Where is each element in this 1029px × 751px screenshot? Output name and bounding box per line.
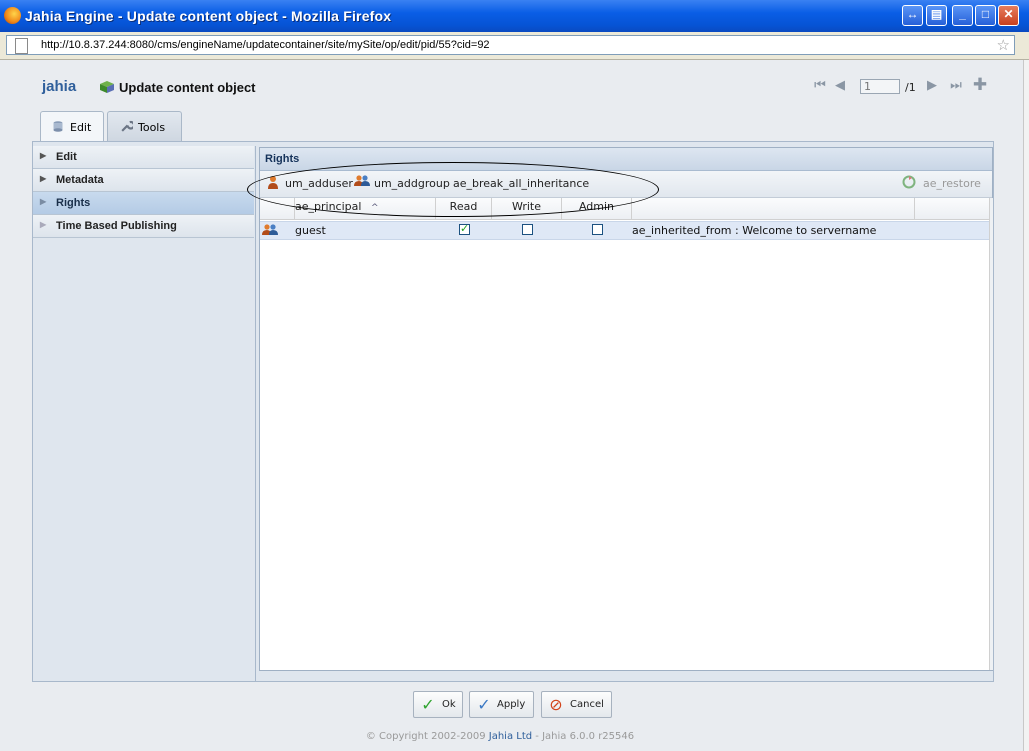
accordion-item-label: Rights (56, 197, 91, 209)
admin-checkbox[interactable] (592, 224, 603, 235)
group-icon (354, 175, 370, 186)
user-icon (268, 176, 278, 189)
restore-tabs-button[interactable]: ↔ (902, 5, 923, 26)
panel-header: Rights (260, 148, 992, 171)
window-list-button[interactable]: ▤ (926, 5, 947, 26)
tab-tools-label: Tools (138, 121, 166, 134)
column-header-principal[interactable]: ae_principal ^ (295, 198, 436, 219)
update-content-icon (100, 81, 114, 93)
firefox-icon (4, 7, 21, 24)
version-text: - Jahia 6.0.0 r25546 (532, 731, 635, 742)
cancel-label: Cancel (570, 699, 604, 710)
minimize-button[interactable]: _ (952, 5, 973, 26)
column-header-icon (260, 198, 295, 219)
column-header-label: Write (511, 200, 542, 213)
group-icon (262, 224, 278, 235)
write-checkbox[interactable] (522, 224, 533, 235)
panel-title: Rights (265, 153, 300, 165)
break-inheritance-button[interactable]: ae_break_all_inheritance (453, 177, 589, 190)
checkmark-icon: ✓ (421, 695, 435, 714)
add-user-button[interactable]: um_adduser (285, 177, 353, 190)
ok-button[interactable]: ✓ Ok (413, 691, 463, 718)
rights-panel: Rights um_adduser um_addgroup ae_break_a… (259, 147, 993, 671)
window-title: Jahia Engine - Update content object - M… (25, 8, 392, 24)
accordion-item-metadata[interactable]: ▶ Metadata (33, 169, 254, 192)
column-header-write[interactable]: Write (492, 198, 562, 219)
prev-page-icon[interactable]: ◀ (832, 78, 848, 94)
column-header-read[interactable]: Read (436, 198, 492, 219)
page-number-input[interactable]: 1 (860, 79, 900, 94)
cancel-icon: ⊘ (549, 695, 563, 714)
expand-arrow-icon: ▶ (40, 220, 47, 229)
window-scrollbar[interactable] (1023, 60, 1029, 751)
page-title: Update content object (119, 80, 256, 95)
company-link[interactable]: Jahia Ltd (489, 731, 532, 742)
sort-asc-icon: ^ (370, 203, 379, 213)
column-header-admin[interactable]: Admin (562, 198, 632, 219)
ok-label: Ok (442, 699, 456, 710)
cancel-button[interactable]: ⊘ Cancel (541, 691, 612, 718)
checkmark-icon: ✓ (477, 695, 491, 714)
sidebar-accordion: ▶ Edit ▶ Metadata ▶ Rights ▶ Time Based … (33, 146, 256, 681)
add-group-button[interactable]: um_addgroup (374, 177, 450, 190)
accordion-item-label: Edit (56, 151, 77, 163)
accordion-item-edit[interactable]: ▶ Edit (33, 146, 254, 169)
url-text: http://10.8.37.244:8080/cms/engineName/u… (41, 39, 490, 51)
jahia-logo: jahia (42, 78, 77, 95)
accordion-item-time-based-publishing[interactable]: ▶ Time Based Publishing (33, 215, 254, 238)
grid-header: ae_principal ^ Read Write Admin (260, 198, 990, 220)
address-bar: http://10.8.37.244:8080/cms/engineName/u… (0, 32, 1029, 60)
page-total: /1 (905, 81, 916, 94)
first-page-icon[interactable]: ⏮ (812, 78, 828, 94)
tab-tools[interactable]: Tools (107, 111, 182, 141)
rights-toolbar: um_adduser um_addgroup ae_break_all_inhe… (260, 171, 992, 198)
accordion-item-rights[interactable]: ▶ Rights (33, 192, 254, 215)
bookmark-star-icon[interactable]: ☆ (997, 36, 1010, 54)
inherited-cell: ae_inherited_from : Welcome to servernam… (632, 224, 877, 237)
wrench-icon (121, 120, 133, 132)
expand-arrow-icon: ▶ (40, 151, 47, 160)
column-header-label: Admin (578, 200, 615, 213)
url-field[interactable]: http://10.8.37.244:8080/cms/engineName/u… (6, 35, 1015, 55)
restore-button[interactable]: ae_restore (923, 177, 981, 190)
expand-arrow-icon: ▶ (40, 174, 47, 183)
grid-scrollbar[interactable] (989, 198, 993, 670)
tab-edit[interactable]: Edit (40, 111, 104, 142)
last-page-icon[interactable]: ⏭ (948, 78, 964, 94)
page-icon (15, 38, 28, 54)
apply-label: Apply (497, 699, 526, 710)
accordion-item-label: Time Based Publishing (56, 220, 177, 232)
column-header-label: ae_principal (295, 200, 362, 213)
window-titlebar: Jahia Engine - Update content object - M… (0, 0, 1029, 32)
column-header-inherited (632, 198, 915, 219)
next-page-icon[interactable]: ▶ (924, 78, 940, 94)
read-checkbox[interactable] (459, 222, 470, 235)
expand-arrow-icon: ▶ (40, 197, 47, 206)
add-icon[interactable]: ✚ (972, 77, 988, 94)
maximize-button[interactable]: □ (975, 5, 996, 26)
column-header-label: Read (449, 200, 478, 213)
tab-edit-label: Edit (70, 121, 92, 134)
apply-button[interactable]: ✓ Apply (469, 691, 534, 718)
copyright-text: © Copyright 2002-2009 (365, 731, 489, 742)
close-window-button[interactable]: ✕ (998, 5, 1019, 26)
principal-cell: guest (295, 224, 326, 237)
table-row[interactable]: guest ae_inherited_from : Welcome to ser… (260, 221, 990, 240)
database-icon (53, 121, 63, 132)
restore-icon (902, 175, 916, 189)
copyright-footer: © Copyright 2002-2009 Jahia Ltd - Jahia … (0, 731, 1000, 742)
accordion-item-label: Metadata (56, 174, 104, 186)
